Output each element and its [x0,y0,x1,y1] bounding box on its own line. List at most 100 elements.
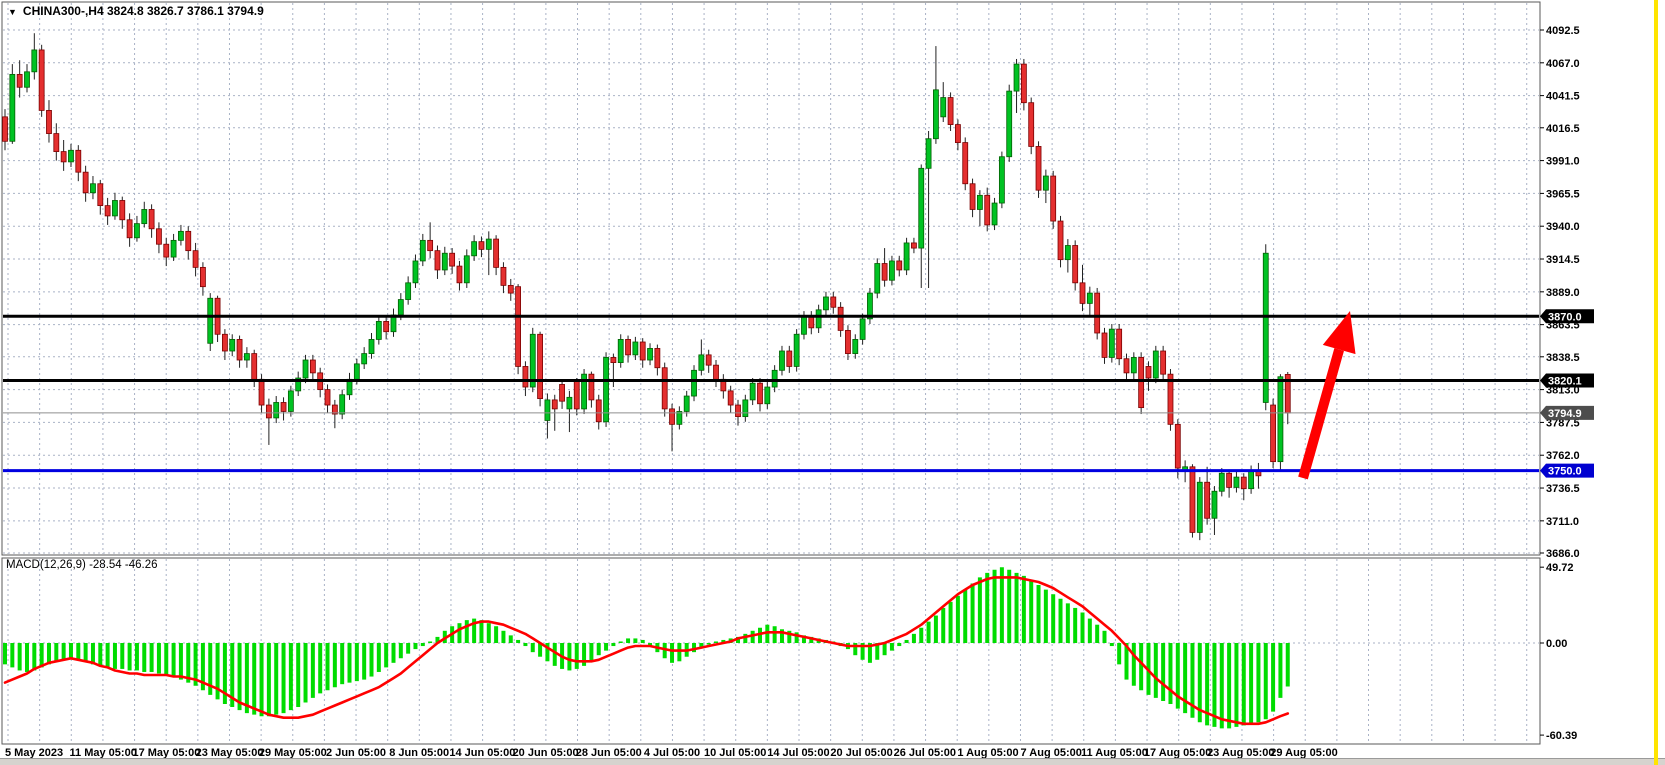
bearish-candle [384,321,389,331]
price-badge-label: 3870.0 [1548,311,1582,323]
bearish-candle [494,239,499,267]
bearish-candle [1117,329,1122,359]
macd-indicator-label[interactable]: MACD(12,26,9) -28.54 -46.26 [6,559,158,571]
bullish-candle [230,339,235,351]
bearish-candle [1021,64,1026,103]
bearish-candle [1051,176,1056,221]
bullish-candle [684,396,689,411]
price-axis-label: 4041.5 [1546,91,1580,103]
bullish-candle [1043,176,1048,190]
bearish-candle [596,400,601,422]
bearish-candle [787,351,792,366]
bullish-candle [919,168,924,248]
bearish-candle [54,134,59,152]
bearish-candle [325,390,330,405]
bearish-candle [1124,359,1129,373]
macd-axis-label: -60.39 [1546,730,1577,742]
price-axis-label: 3965.5 [1546,188,1580,200]
bullish-candle [398,300,403,315]
bearish-candle [457,266,462,283]
bearish-candle [1146,366,1151,378]
price-axis-label: 3838.5 [1546,352,1580,364]
chevron-down-icon[interactable]: ▼ [8,7,17,17]
bearish-candle [552,400,557,409]
bearish-candle [736,405,741,417]
bearish-candle [670,409,675,424]
bullish-candle [743,400,748,417]
bearish-candle [200,267,205,286]
price-axis-label: 4092.5 [1546,25,1580,37]
price-axis-label: 3991.0 [1546,156,1580,168]
bullish-candle [406,283,411,300]
bullish-candle [112,200,117,215]
bullish-candle [1153,351,1158,378]
chart-title[interactable]: ▼CHINA300-,H4 3824.8 3826.7 3786.1 3794.… [8,4,264,18]
bearish-candle [523,366,528,387]
bullish-candle [750,383,755,400]
bullish-candle [464,256,469,283]
bearish-candle [127,220,132,238]
bearish-candle [1241,477,1246,489]
bearish-candle [281,402,286,411]
bullish-candle [926,139,931,169]
bearish-candle [1271,405,1276,462]
bearish-candle [882,264,887,281]
bullish-candle [933,90,938,139]
bullish-candle [889,261,894,280]
bullish-candle [977,195,982,209]
price-axis-label: 3762.0 [1546,450,1580,462]
bullish-candle [420,240,425,261]
price-badge-label: 3794.9 [1548,408,1582,420]
bullish-candle [288,391,293,412]
bearish-candle [83,172,88,193]
chart-canvas[interactable]: 4092.54067.04041.54016.53991.03965.53940… [0,0,1665,765]
bearish-candle [39,50,44,110]
bearish-candle [728,391,733,405]
bearish-candle [1036,146,1041,190]
bearish-candle [186,231,191,250]
bearish-candle [76,150,81,172]
bearish-candle [105,206,110,216]
bearish-candle [222,334,227,351]
symbol-period-label: CHINA300-,H4 [23,4,104,18]
price-badge: 3820.1 [1540,373,1594,387]
price-axis-label: 3736.5 [1546,483,1580,495]
bullish-candle [1278,377,1283,462]
bearish-candle [560,384,565,401]
bullish-candle [816,310,821,328]
bearish-candle [1058,221,1063,260]
bullish-candle [779,351,784,370]
bearish-candle [501,267,506,285]
window-bottom-frame [0,758,1665,765]
bearish-candle [655,348,660,367]
bearish-candle [831,297,836,307]
bearish-candle [963,143,968,184]
bearish-candle [259,379,264,405]
bearish-candle [574,381,579,409]
price-axis-label: 3940.0 [1546,221,1580,233]
bearish-candle [164,244,169,257]
bullish-candle [244,354,249,360]
bearish-candle [809,316,814,328]
bullish-candle [376,321,381,339]
bearish-candle [1080,283,1085,304]
bearish-candle [149,209,154,228]
bearish-candle [589,374,594,400]
bearish-candle [706,355,711,365]
price-axis-label: 4016.5 [1546,123,1580,135]
bearish-candle [98,184,103,206]
bearish-candle [985,195,990,225]
bullish-candle [941,98,946,117]
bearish-candle [1161,351,1166,374]
price-axis[interactable]: 4092.54067.04041.54016.53991.03965.53940… [1540,25,1594,742]
price-axis-label: 3889.0 [1546,287,1580,299]
bearish-candle [714,365,719,379]
bullish-candle [10,74,15,141]
bullish-candle [853,339,858,353]
trading-terminal-chart-window: 4092.54067.04041.54016.53991.03965.53940… [0,0,1665,765]
bullish-candle [1131,357,1136,372]
bullish-candle [68,150,73,162]
bearish-candle [435,251,440,270]
bearish-candle [897,261,902,270]
bearish-candle [757,383,762,404]
